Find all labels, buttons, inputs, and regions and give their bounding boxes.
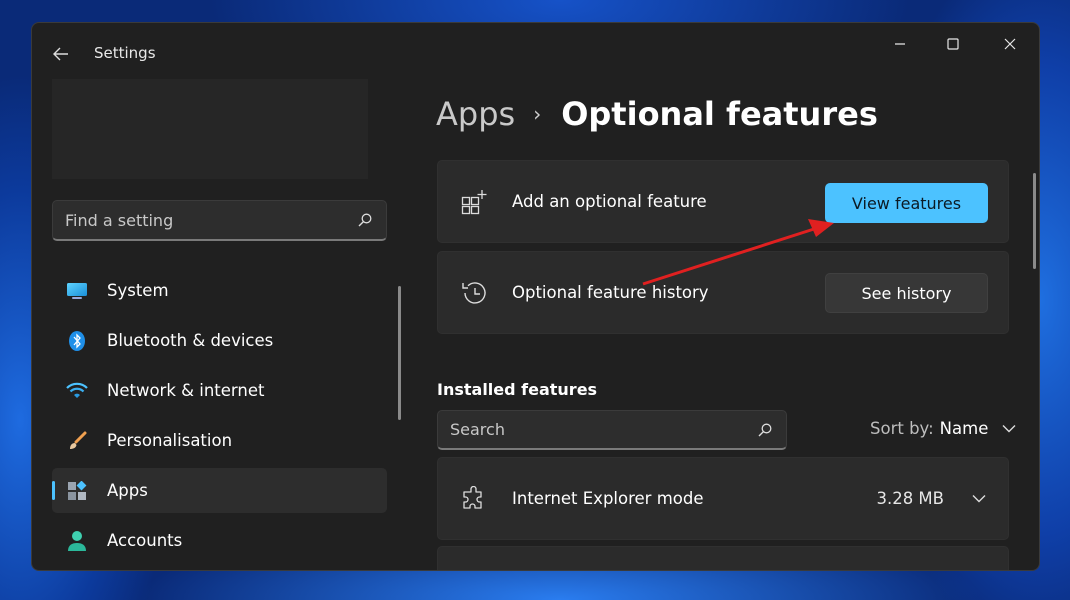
sidebar-item-label: Apps [107,481,148,500]
sidebar-item-label: Bluetooth & devices [107,331,274,350]
puzzle-piece-icon [460,485,488,513]
maximize-icon [947,38,959,50]
sidebar-item-label: Accounts [107,531,183,550]
close-button[interactable] [990,29,1030,59]
breadcrumb: Apps › Optional features [436,95,878,133]
see-history-button[interactable]: See history [825,273,988,313]
history-icon [460,279,488,307]
feature-name: Internet Explorer mode [512,489,704,508]
settings-search-input[interactable] [65,210,356,230]
search-icon[interactable] [356,211,374,229]
settings-search-box[interactable] [52,200,387,241]
bluetooth-icon [66,330,88,352]
sidebar-nav: System Bluetooth & devices Network & int… [52,268,387,568]
back-arrow-icon [53,47,68,61]
minimize-button[interactable] [880,29,920,59]
add-optional-feature-card: Add an optional feature View features [437,160,1009,243]
sidebar-item-label: Personalisation [107,431,233,450]
feature-row-partial[interactable] [437,546,1009,570]
search-icon[interactable] [756,421,774,439]
sidebar-item-network[interactable]: Network & internet [52,368,387,413]
user-account-area [52,79,368,179]
sidebar-item-label: System [107,281,169,300]
breadcrumb-parent[interactable]: Apps [436,95,515,133]
content-scrollbar[interactable] [1033,173,1036,269]
sort-label: Sort by: [870,419,934,438]
minimize-icon [895,43,905,45]
apps-icon [66,480,88,502]
maximize-button[interactable] [933,29,973,59]
feature-size: 3.28 MB [876,489,944,508]
breadcrumb-separator: › [533,102,542,126]
sidebar-item-system[interactable]: System [52,268,387,313]
sort-dropdown[interactable]: Sort by: Name [870,419,1016,438]
sidebar-item-bluetooth[interactable]: Bluetooth & devices [52,318,387,363]
settings-window: Settings System Bluetooth & devices [31,22,1040,571]
installed-search-box[interactable] [437,410,787,450]
sidebar-item-accounts[interactable]: Accounts [52,518,387,563]
chevron-down-icon [1002,425,1016,433]
page-title: Optional features [561,95,878,133]
installed-features-heading: Installed features [437,380,598,399]
back-button[interactable] [46,41,76,67]
wifi-icon [66,380,88,402]
feature-history-card: Optional feature history See history [437,251,1009,334]
installed-search-input[interactable] [450,420,756,439]
close-icon [1004,38,1016,50]
brush-icon [66,430,88,452]
monitor-icon [66,280,88,302]
expand-chevron-icon[interactable] [970,494,988,503]
add-feature-icon [460,188,488,216]
sidebar-item-label: Network & internet [107,381,265,400]
person-icon [66,530,88,552]
sidebar-item-apps[interactable]: Apps [52,468,387,513]
sidebar-item-personalisation[interactable]: Personalisation [52,418,387,463]
sidebar-scrollbar[interactable] [398,286,401,420]
feature-row-internet-explorer-mode[interactable]: Internet Explorer mode 3.28 MB [437,457,1009,540]
window-title: Settings [94,44,156,62]
view-features-button[interactable]: View features [825,183,988,223]
sort-value: Name [939,419,989,438]
